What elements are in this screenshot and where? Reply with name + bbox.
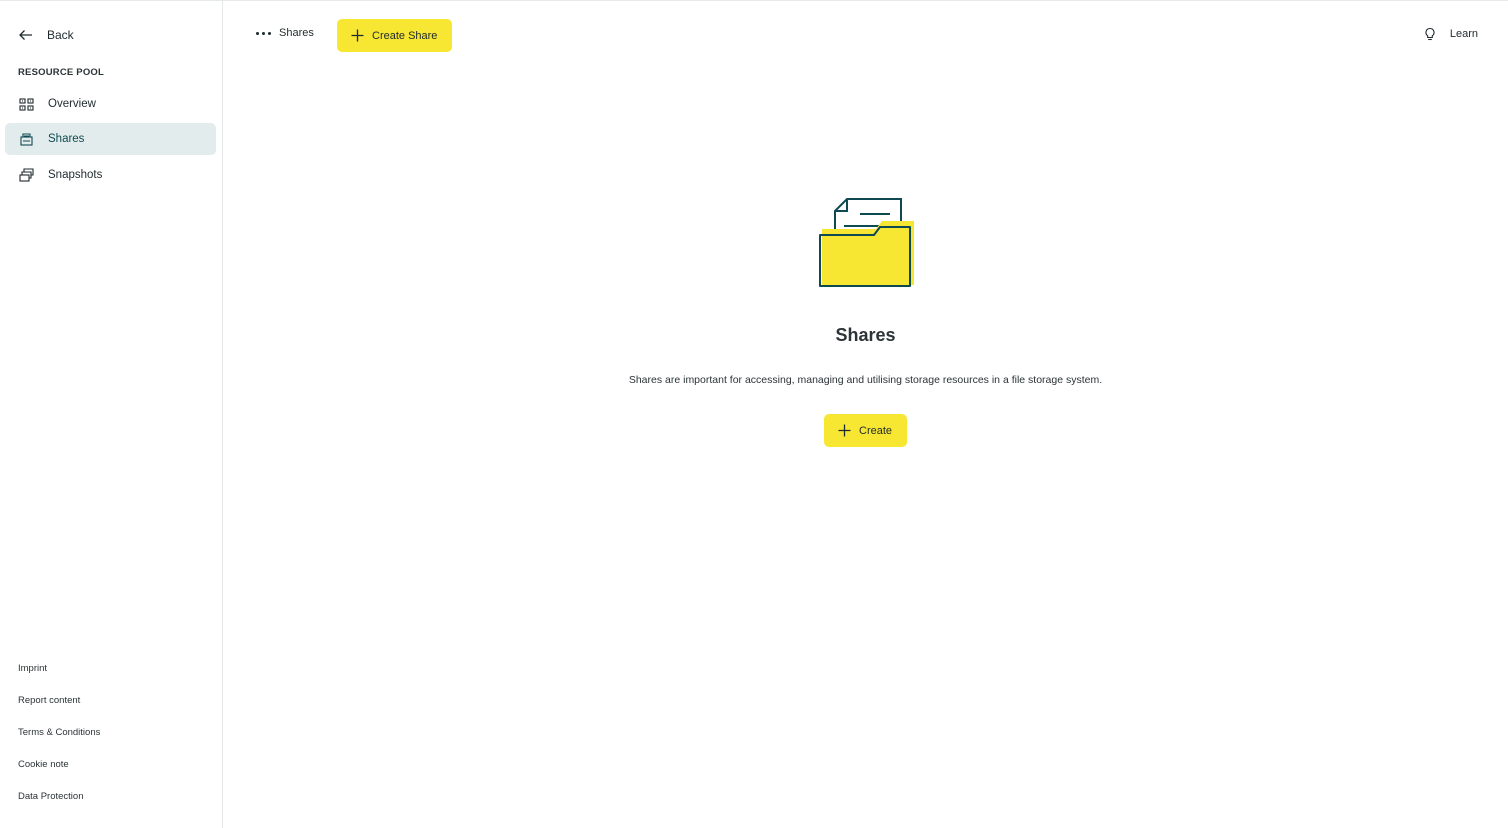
create-share-button[interactable]: Create Share xyxy=(337,19,452,52)
footer-link-report-content[interactable]: Report content xyxy=(18,695,80,706)
create-label: Create xyxy=(859,424,893,437)
more-options-icon[interactable] xyxy=(256,31,271,35)
create-share-label: Create Share xyxy=(372,29,438,42)
learn-label: Learn xyxy=(1449,28,1478,40)
plus-icon xyxy=(351,29,364,42)
sidebar-item-snapshots[interactable]: Snapshots xyxy=(5,159,216,191)
sidebar-item-label: Shares xyxy=(48,133,85,145)
plus-icon xyxy=(838,424,851,437)
section-title: RESOURCE POOL xyxy=(18,67,104,78)
sidebar: Back RESOURCE POOL Overview Shares Snaps… xyxy=(0,1,223,828)
sidebar-item-label: Snapshots xyxy=(48,169,103,181)
app-window: Back RESOURCE POOL Overview Shares Snaps… xyxy=(0,0,1508,828)
lightbulb-icon xyxy=(1425,27,1435,41)
top-bar: Shares Create Share Learn xyxy=(223,1,1508,69)
empty-state: Shares Shares are important for accessin… xyxy=(223,181,1508,447)
footer-link-imprint[interactable]: Imprint xyxy=(18,663,47,674)
share-icon xyxy=(20,132,33,146)
grid-icon xyxy=(19,97,34,111)
sidebar-item-label: Overview xyxy=(48,98,96,110)
learn-button[interactable]: Learn xyxy=(1423,27,1478,41)
sidebar-item-shares[interactable]: Shares xyxy=(5,123,216,155)
empty-state-title: Shares xyxy=(835,325,896,345)
arrow-left-icon xyxy=(19,30,32,40)
create-button[interactable]: Create xyxy=(824,414,907,447)
empty-state-description: Shares are important for accessing, mana… xyxy=(628,374,1103,386)
footer-link-data-protection[interactable]: Data Protection xyxy=(18,791,83,802)
snapshot-icon xyxy=(19,167,34,182)
sidebar-item-overview[interactable]: Overview xyxy=(5,88,216,120)
footer-link-terms[interactable]: Terms & Conditions xyxy=(18,727,100,738)
breadcrumb-current[interactable]: Shares xyxy=(279,27,314,39)
back-label: Back xyxy=(47,28,74,42)
footer-link-cookie-note[interactable]: Cookie note xyxy=(18,759,69,770)
back-button[interactable]: Back xyxy=(18,26,74,44)
folder-document-icon xyxy=(818,198,914,287)
breadcrumb: Shares xyxy=(256,27,314,39)
